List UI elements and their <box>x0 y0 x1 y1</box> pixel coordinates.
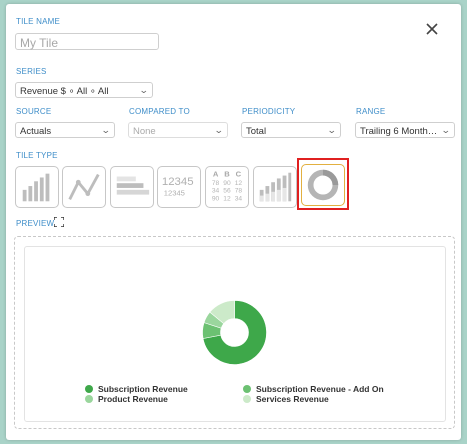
source-label: SOURCE <box>16 107 52 116</box>
table-icon-cell: 90 <box>223 180 231 187</box>
legend-dot <box>85 385 93 393</box>
number-tile[interactable]: 12345 12345 <box>157 166 201 208</box>
chevron-down-icon: ⌄ <box>101 125 112 135</box>
periodicity-select[interactable]: Total ⌄ <box>241 122 341 138</box>
compared-to-label: COMPARED TO <box>129 107 190 116</box>
number-icon-text-top: 12345 <box>162 176 194 188</box>
legend-label: Services Revenue <box>256 394 329 404</box>
tile-name-input[interactable]: My Tile <box>15 33 159 50</box>
horizontal-bar-tile[interactable] <box>110 166 154 208</box>
range-label: RANGE <box>356 107 386 116</box>
table-icon-cell: 56 <box>223 188 231 195</box>
donut-chart <box>202 300 267 365</box>
donut-tile[interactable] <box>301 164 345 206</box>
legend-dot <box>243 385 251 393</box>
series-select[interactable]: Revenue $ ∘ All ∘ All ⌄ <box>15 82 153 98</box>
legend-dot <box>85 395 93 403</box>
close-icon[interactable] <box>425 22 439 36</box>
table-icon-cell: 78 <box>235 188 243 195</box>
table-icon-cell: 78 <box>212 180 220 187</box>
number-icon: 12345 12345 <box>162 176 194 198</box>
range-select[interactable]: Trailing 6 Month… ⌄ <box>355 122 455 138</box>
horizontal-bar-icon <box>116 176 150 195</box>
periodicity-label: PERIODICITY <box>242 107 296 116</box>
line-chart-icon <box>68 173 100 201</box>
bar-chart-icon <box>22 173 50 202</box>
stacked-bar-icon <box>259 172 292 202</box>
legend-item-services-revenue: Services Revenue <box>243 394 329 404</box>
legend-label: Product Revenue <box>98 394 168 404</box>
periodicity-value: Total <box>246 126 267 137</box>
table-icon-header: A <box>213 170 219 179</box>
table-icon: A B C78 90 1234 56 7890 12 34 <box>212 170 243 203</box>
compared-to-select[interactable]: None ⌄ <box>128 122 228 138</box>
number-icon-text-bottom: 12345 <box>164 189 185 198</box>
table-icon-cell: 12 <box>223 195 231 202</box>
legend-item-product-revenue: Product Revenue <box>85 394 168 404</box>
compared-to-value: None <box>133 126 156 137</box>
chevron-down-icon: ⌄ <box>139 85 150 95</box>
chevron-down-icon: ⌄ <box>214 125 225 135</box>
chevron-down-icon: ⌄ <box>441 125 452 135</box>
table-icon-cell: 12 <box>235 180 243 187</box>
preview-label: PREVIEW <box>16 219 55 228</box>
line-chart-tile[interactable] <box>62 166 106 208</box>
series-label: SERIES <box>16 67 47 76</box>
source-value: Actuals <box>20 126 52 137</box>
legend-label: Subscription Revenue - Add On <box>256 384 384 394</box>
legend-dot <box>243 395 251 403</box>
series-value: Revenue $ ∘ All ∘ All <box>20 86 109 97</box>
expand-icon[interactable] <box>54 217 64 227</box>
source-select[interactable]: Actuals ⌄ <box>15 122 115 138</box>
chevron-down-icon: ⌄ <box>327 125 338 135</box>
table-tile[interactable]: A B C 78 90 12 34 56 78 90 12 34 <box>205 166 249 208</box>
bar-chart-tile[interactable] <box>15 166 59 208</box>
table-icon-header: B <box>224 170 230 179</box>
table-icon-cell: 34 <box>212 188 220 195</box>
table-icon-cell: 34 <box>235 195 243 202</box>
tile-type-label: TILE TYPE <box>16 151 58 160</box>
stacked-bar-tile[interactable] <box>253 166 297 208</box>
legend-item-subscription-revenue: Subscription Revenue <box>85 384 188 394</box>
range-value: Trailing 6 Month… <box>360 126 438 137</box>
table-icon-cell: 90 <box>212 195 220 202</box>
legend-item-subscription-revenue-add-on: Subscription Revenue - Add On <box>243 384 384 394</box>
table-icon-header: C <box>236 170 242 179</box>
legend-label: Subscription Revenue <box>98 384 188 394</box>
tile-name-placeholder: My Tile <box>20 36 59 50</box>
tile-name-label: TILE NAME <box>16 17 61 26</box>
donut-icon <box>307 169 339 201</box>
